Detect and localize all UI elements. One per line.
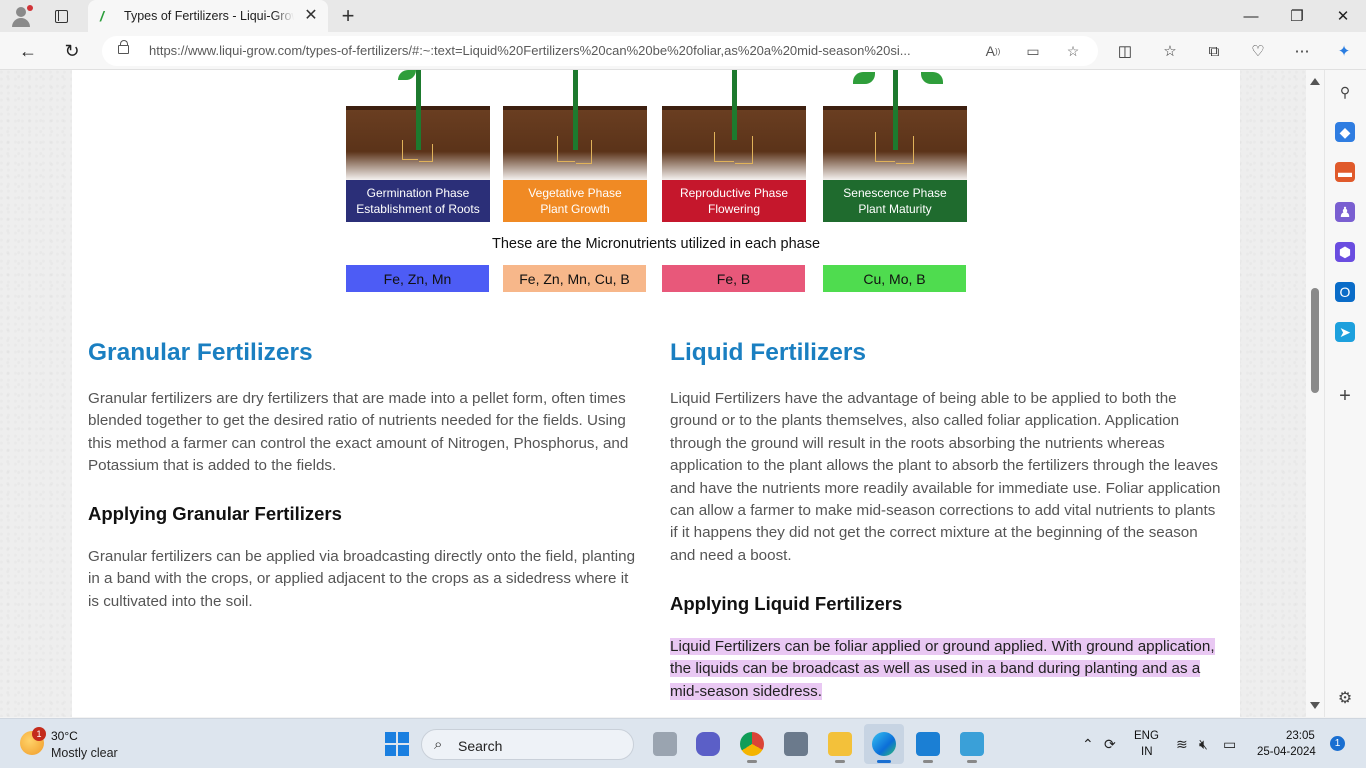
refresh-icon[interactable]: ↻ — [58, 38, 86, 64]
teams-meet-icon[interactable] — [694, 730, 722, 758]
outlook-icon[interactable]: O — [1335, 282, 1355, 302]
volume-muted-icon[interactable]: 🔇︎ — [1199, 736, 1208, 753]
favorite-star-icon[interactable]: ☆ — [1062, 41, 1084, 61]
settings-more-icon[interactable]: ⋯ — [1291, 40, 1313, 62]
micronutrients-caption: These are the Micronutrients utilized in… — [491, 236, 821, 252]
read-aloud-icon[interactable]: A)) — [982, 41, 1004, 61]
favorites-icon[interactable]: ☆ — [1159, 40, 1181, 62]
tools-icon[interactable]: ▬ — [1335, 162, 1355, 182]
immersive-reader-icon[interactable]: ▭ — [1022, 41, 1044, 61]
back-icon[interactable]: ← — [14, 38, 42, 64]
highlighted-text: Liquid Fertilizers can be foliar applied… — [670, 638, 1215, 700]
close-window-button[interactable]: ✕ — [1320, 0, 1366, 32]
language-region[interactable]: IN — [1141, 746, 1153, 758]
profile-icon[interactable] — [9, 4, 33, 28]
add-sidebar-icon[interactable]: + — [1335, 385, 1355, 407]
applying-granular-paragraph: Granular fertilizers can be applied via … — [88, 548, 636, 610]
url-text[interactable]: https://www.liqui-grow.com/types-of-fert… — [149, 43, 971, 58]
micronutrient-box: Fe, B — [662, 265, 805, 292]
notification-badge[interactable]: 1 — [1330, 736, 1345, 751]
clock-time[interactable]: 23:05 — [1286, 730, 1315, 742]
tab-active[interactable]: / Types of Fertilizers - Liqui-Grow ✕ — [88, 0, 328, 32]
scrollbar-thumb[interactable] — [1311, 288, 1319, 393]
windows-start-icon[interactable] — [383, 730, 411, 758]
sidebar-settings-icon[interactable]: ⚙ — [1335, 688, 1355, 708]
show-hidden-icons-icon[interactable]: ⌃ — [1082, 736, 1094, 753]
weather-description[interactable]: Mostly clear — [51, 746, 118, 760]
granular-heading: Granular Fertilizers — [88, 339, 313, 366]
phase-label: Senescence Phase Plant Maturity — [823, 180, 967, 222]
phase-label: Vegetative Phase Plant Growth — [503, 180, 647, 222]
edge-icon[interactable] — [864, 724, 904, 764]
micronutrient-box: Fe, Zn, Mn — [346, 265, 489, 292]
copilot-icon[interactable]: ✦ — [1333, 40, 1355, 62]
liqui-grow-favicon-icon: / — [100, 8, 104, 24]
battery-icon[interactable]: ▭ — [1223, 736, 1236, 753]
camera-icon[interactable] — [782, 730, 810, 758]
task-view-icon[interactable] — [651, 730, 679, 758]
wifi-icon[interactable]: ≋ — [1176, 736, 1188, 753]
search-icon[interactable]: ⚲ — [1335, 82, 1355, 102]
page-scrollbar[interactable] — [1306, 70, 1324, 717]
micronutrient-box: Fe, Zn, Mn, Cu, B — [503, 265, 646, 292]
split-screen-icon[interactable]: ◫ — [1114, 40, 1136, 62]
search-label: Search — [458, 738, 503, 754]
browser-essentials-icon[interactable]: ♡ — [1247, 40, 1269, 62]
chrome-icon[interactable] — [738, 730, 766, 763]
taskbar-search[interactable]: ⌕ Search — [421, 729, 634, 760]
edge-sidebar: ⚲ ◆ ▬ ♟ ⬢ O ➤ + ⚙ — [1324, 70, 1366, 717]
address-bar[interactable]: https://www.liqui-grow.com/types-of-fert… — [102, 36, 1098, 66]
browser-toolbar: ← ↻ https://www.liqui-grow.com/types-of-… — [0, 32, 1366, 70]
restore-button[interactable]: ❐ — [1274, 0, 1320, 32]
weather-temperature[interactable]: 30°C — [51, 729, 78, 743]
minimize-button[interactable]: — — [1228, 0, 1274, 32]
tab-title: Types of Fertilizers - Liqui-Grow — [124, 9, 294, 23]
scroll-up-icon[interactable] — [1310, 78, 1320, 85]
notepad-icon[interactable] — [958, 730, 986, 763]
title-bar: / Types of Fertilizers - Liqui-Grow ✕ + … — [0, 0, 1366, 32]
phase-label: Germination Phase Establishment of Roots — [346, 180, 490, 222]
collections-icon[interactable]: ⧉ — [1203, 40, 1225, 62]
granular-paragraph: Granular fertilizers are dry fertilizers… — [88, 390, 629, 475]
sync-icon[interactable]: ⟳ — [1104, 736, 1116, 753]
vscode-icon[interactable] — [914, 730, 942, 763]
close-tab-icon[interactable]: ✕ — [302, 7, 320, 25]
shopping-tag-icon[interactable]: ◆ — [1335, 122, 1355, 142]
scroll-down-icon[interactable] — [1310, 702, 1320, 709]
phase-label: Reproductive Phase Flowering — [662, 180, 806, 222]
language-indicator[interactable]: ENG — [1134, 730, 1159, 742]
microsoft-365-icon[interactable]: ⬢ — [1335, 242, 1355, 262]
applying-liquid-paragraph: Liquid Fertilizers can be foliar applied… — [670, 636, 1226, 703]
tab-actions-icon[interactable] — [49, 4, 73, 28]
liquid-paragraph: Liquid Fertilizers have the advantage of… — [670, 390, 1221, 564]
file-explorer-icon[interactable] — [826, 730, 854, 763]
clock-date[interactable]: 25-04-2024 — [1257, 746, 1316, 758]
windows-taskbar: 1 30°C Mostly clear ⌕ Search ⌃ ⟳ ENG IN … — [0, 718, 1366, 768]
applying-granular-heading: Applying Granular Fertilizers — [88, 503, 342, 524]
search-icon: ⌕ — [434, 736, 443, 753]
lock-icon[interactable] — [118, 40, 129, 54]
games-icon[interactable]: ♟ — [1335, 202, 1355, 222]
weather-badge: 1 — [32, 727, 46, 741]
micronutrient-box: Cu, Mo, B — [823, 265, 966, 292]
page-content: Germination Phase Establishment of Roots… — [72, 70, 1240, 717]
drop-send-icon[interactable]: ➤ — [1335, 322, 1355, 342]
applying-liquid-heading: Applying Liquid Fertilizers — [670, 593, 903, 614]
page-viewport: Germination Phase Establishment of Roots… — [0, 70, 1324, 717]
new-tab-icon[interactable]: + — [336, 4, 360, 28]
liquid-heading: Liquid Fertilizers — [670, 339, 867, 366]
